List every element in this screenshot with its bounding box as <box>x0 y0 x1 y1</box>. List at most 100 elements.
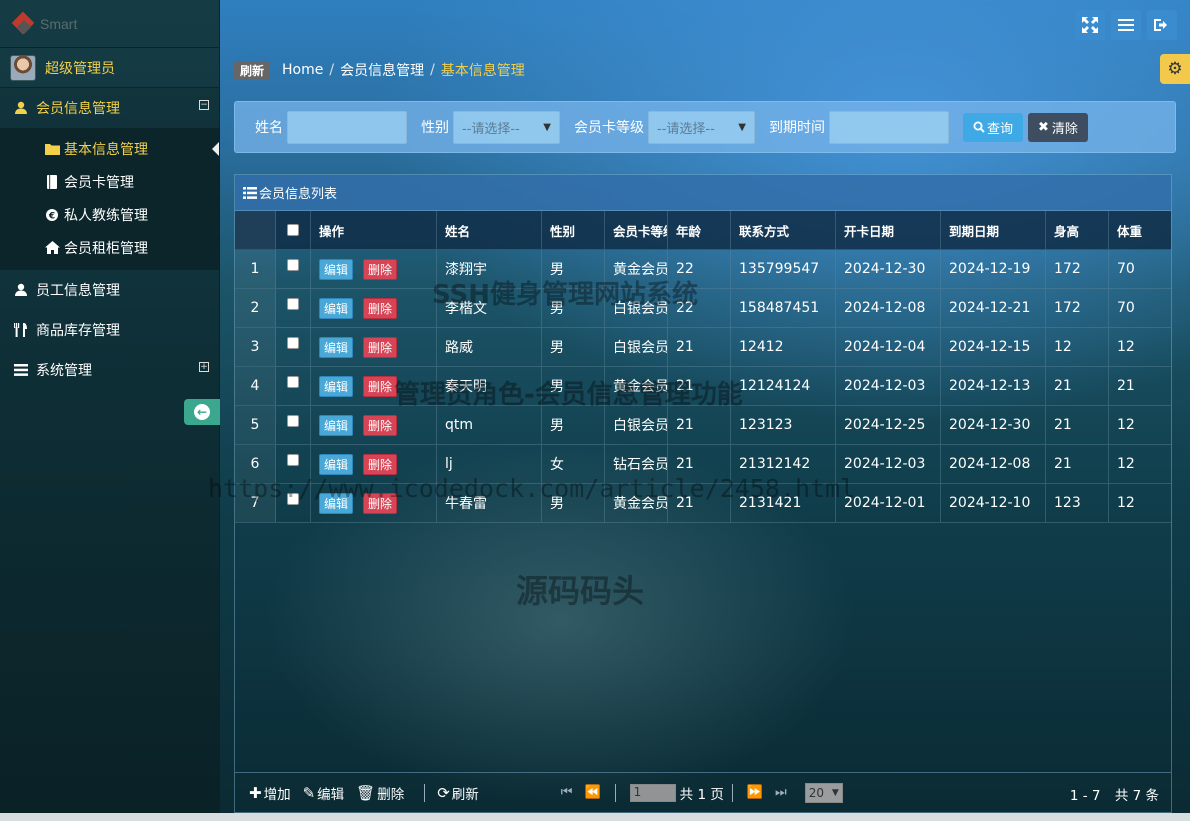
cell-expire-date: 2024-12-08 <box>941 445 1046 483</box>
next-page-icon[interactable]: ⏩ <box>747 785 763 800</box>
column-header[interactable]: 体重 <box>1109 211 1171 249</box>
user-icon <box>12 283 30 297</box>
cell-weight: 70 <box>1117 300 1135 316</box>
breadcrumb-member[interactable]: 会员信息管理 <box>340 60 424 80</box>
add-button[interactable]: ✚ 增加 <box>249 783 291 803</box>
cell-height: 12 <box>1046 328 1109 366</box>
user-profile[interactable]: 超级管理员 <box>0 48 219 88</box>
column-header[interactable]: 到期日期 <box>941 211 1046 249</box>
submenu-member: 基本信息管理 会员卡管理 € 私人教练管理 会员租柜管理 <box>0 128 219 270</box>
page-number-input[interactable]: 1 <box>629 783 676 802</box>
delete-button-label: 删除 <box>377 786 405 803</box>
first-page-icon[interactable]: ⏮ <box>561 785 573 800</box>
column-header[interactable]: 姓名 <box>437 211 542 249</box>
row-delete-button[interactable]: 删除 <box>363 336 398 358</box>
row-edit-button[interactable]: 编辑 <box>319 375 354 397</box>
column-header[interactable]: 身高 <box>1046 211 1109 249</box>
sidebar-item-basic-info[interactable]: 基本信息管理 <box>0 132 219 165</box>
brand-name: Smart <box>40 15 78 32</box>
gender-select-value: --请选择-- <box>462 121 520 137</box>
column-header[interactable]: 操作 <box>311 211 437 249</box>
row-checkbox[interactable] <box>287 298 299 310</box>
table-row[interactable]: 3 编辑 删除 路威男白银会员 21 12412 2024-12-04 2024-12-15 1… <box>235 328 1171 367</box>
expand-icon[interactable]: + <box>199 362 209 372</box>
cell-open-date: 2024-12-30 <box>836 250 941 288</box>
breadcrumb-current: 基本信息管理 <box>440 63 525 79</box>
level-label: 会员卡等级 <box>574 120 644 136</box>
row-delete-button[interactable]: 删除 <box>363 258 398 280</box>
cell-height: 172 <box>1046 250 1109 288</box>
hamburger-icon <box>1118 19 1134 31</box>
row-number: 4 <box>235 367 276 405</box>
sidebar-group-system[interactable]: 系统管理 + <box>0 350 219 390</box>
cell-name: 路威 <box>437 328 542 366</box>
level-select[interactable]: --请选择-- ▼ <box>648 110 755 144</box>
row-delete-button[interactable]: 删除 <box>363 453 398 475</box>
clear-button[interactable]: ✖ 清除 <box>1028 112 1088 142</box>
column-header[interactable]: 性别 <box>542 211 605 249</box>
cell-height: 123 <box>1046 484 1109 522</box>
plus-icon: ✚ <box>249 783 262 802</box>
cell-weight: 70 <box>1117 261 1135 277</box>
cell-expire-date: 2024-12-10 <box>941 484 1046 522</box>
delete-button[interactable]: 🗑 删除 <box>356 783 404 803</box>
row-edit-button[interactable]: 编辑 <box>319 258 354 280</box>
brand[interactable]: Smart <box>0 0 219 48</box>
breadcrumb-home[interactable]: Home <box>282 62 323 78</box>
sidebar-item-locker[interactable]: 会员租柜管理 <box>0 231 219 264</box>
cell-card-level: 白银会员 <box>605 406 668 444</box>
row-edit-button[interactable]: 编辑 <box>319 297 354 319</box>
table-row[interactable]: 2 编辑 删除 李楷文男白银会员 22 158487451 2024-12-08 2024-1… <box>235 289 1171 328</box>
gender-select[interactable]: --请选择-- ▼ <box>453 110 560 144</box>
sidebar-group-member[interactable]: 会员信息管理 − <box>0 88 219 128</box>
folder-icon <box>44 143 60 155</box>
row-delete-button[interactable]: 删除 <box>363 375 398 397</box>
prev-page-icon[interactable]: ⏪ <box>584 785 600 800</box>
sidebar-group-inventory[interactable]: 商品库存管理 <box>0 310 219 350</box>
row-edit-button[interactable]: 编辑 <box>319 453 354 475</box>
column-header[interactable]: 会员卡等级 <box>605 211 668 249</box>
table-row[interactable]: 5 编辑 删除 qtm 男白银会员 21 123123 2024-12-25 2024-12-3… <box>235 406 1171 445</box>
edit-button[interactable]: ✎ 编辑 <box>303 783 345 803</box>
refresh-button[interactable]: ⟳ 刷新 <box>437 783 479 803</box>
sidebar-group-staff[interactable]: 员工信息管理 <box>0 270 219 310</box>
column-header[interactable]: 年龄 <box>668 211 731 249</box>
column-header[interactable]: 开卡日期 <box>836 211 941 249</box>
row-checkbox[interactable] <box>287 259 299 271</box>
collapse-icon[interactable]: − <box>199 100 209 110</box>
settings-tab[interactable]: ⚙ <box>1160 54 1190 84</box>
page-size-select[interactable]: 20 ▼ <box>804 782 843 803</box>
refresh-tag[interactable]: 刷新 <box>234 60 271 80</box>
last-page-icon[interactable]: ⏭ <box>775 785 787 800</box>
logout-button[interactable] <box>1147 10 1177 40</box>
expire-date-input[interactable] <box>829 110 949 144</box>
sidebar-item-card[interactable]: 会员卡管理 <box>0 165 219 198</box>
row-edit-button[interactable]: 编辑 <box>319 414 354 436</box>
cell-phone: 135799547 <box>731 250 836 288</box>
row-checkbox[interactable] <box>287 454 299 466</box>
menu-button[interactable] <box>1111 10 1141 40</box>
query-button[interactable]: 查询 <box>963 112 1024 142</box>
gear-icon: ⚙ <box>1167 59 1183 79</box>
row-checkbox[interactable] <box>287 376 299 388</box>
select-all-checkbox[interactable] <box>287 224 299 236</box>
row-edit-button[interactable]: 编辑 <box>319 336 354 358</box>
sidebar-item-trainer[interactable]: € 私人教练管理 <box>0 198 219 231</box>
cell-open-date: 2024-12-04 <box>836 328 941 366</box>
table-header: 操作 姓名 性别 会员卡等级 年龄 联系方式 开卡日期 到期日期 身高 体重 <box>235 211 1171 250</box>
cell-open-date: 2024-12-08 <box>836 289 941 327</box>
row-checkbox[interactable] <box>287 337 299 349</box>
user-name: 超级管理员 <box>45 60 115 77</box>
page-size-value: 20 <box>808 785 825 800</box>
row-delete-button[interactable]: 删除 <box>363 414 398 436</box>
row-delete-button[interactable]: 删除 <box>363 297 398 319</box>
fullscreen-button[interactable] <box>1075 10 1105 40</box>
table-row[interactable]: 1 编辑 删除 漆翔宇男黄金会员 22 135799547 2024-12-30 2024-1… <box>235 250 1171 289</box>
collapse-sidebar-button[interactable]: ← <box>184 399 220 425</box>
breadcrumb-separator: / <box>430 62 435 78</box>
chevron-down-icon: ▼ <box>543 121 551 133</box>
row-number: 2 <box>235 289 276 327</box>
row-checkbox[interactable] <box>287 415 299 427</box>
column-header[interactable]: 联系方式 <box>731 211 836 249</box>
name-input[interactable] <box>287 110 407 144</box>
